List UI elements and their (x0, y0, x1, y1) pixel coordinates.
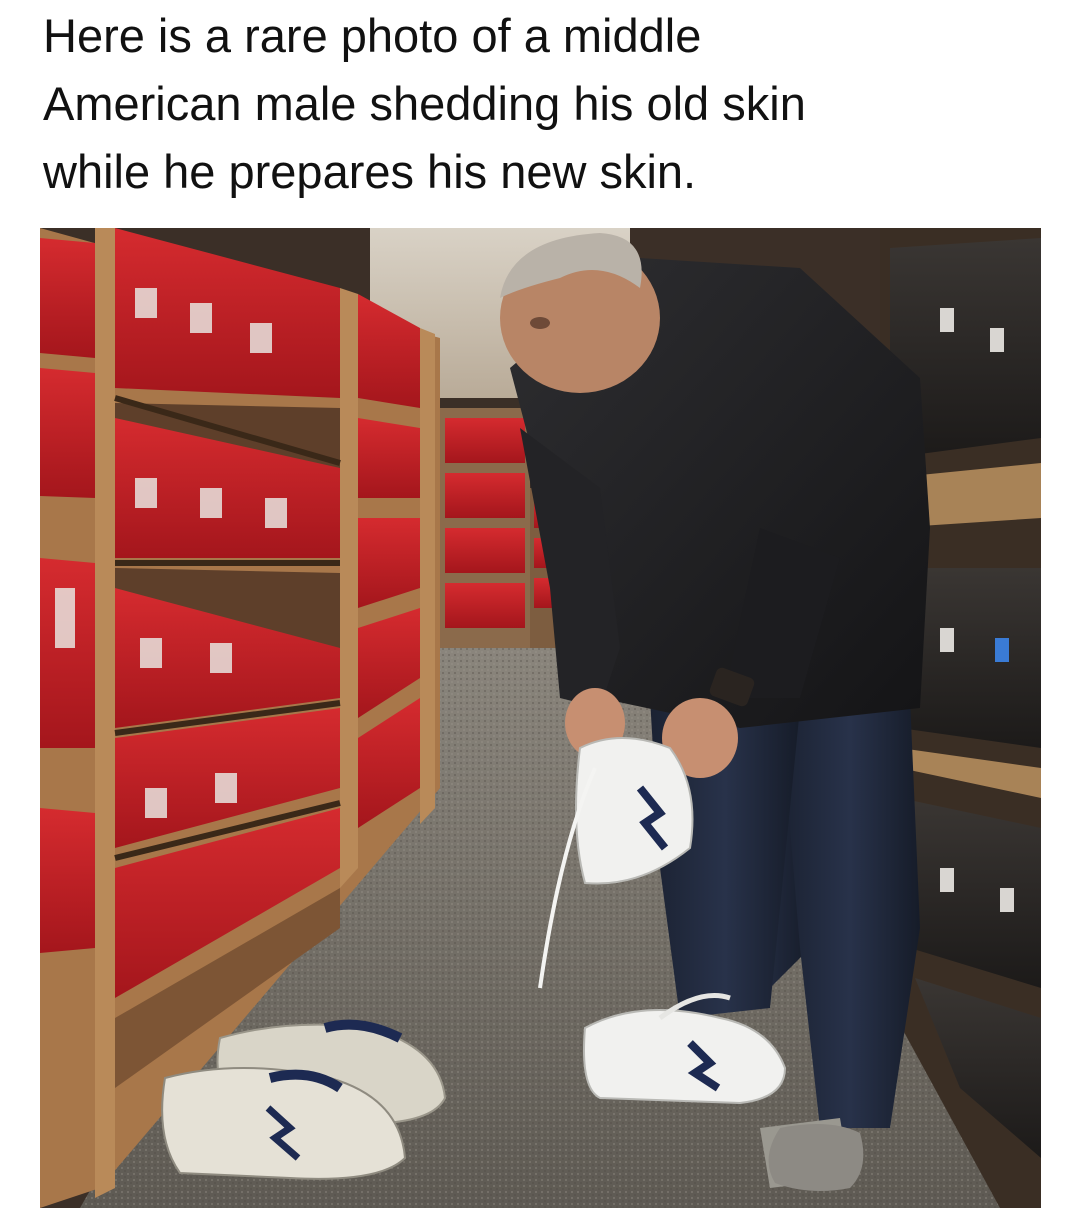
meme-caption: Here is a rare photo of a middle America… (43, 2, 1043, 206)
photo-illustration (40, 228, 1041, 1208)
sock-foot (768, 1124, 864, 1192)
caption-line-1: Here is a rare photo of a middle (43, 9, 702, 62)
meme-photo (40, 228, 1041, 1208)
caption-line-3: while he prepares his new skin. (43, 145, 697, 198)
caption-line-2: American male shedding his old skin (43, 77, 806, 130)
